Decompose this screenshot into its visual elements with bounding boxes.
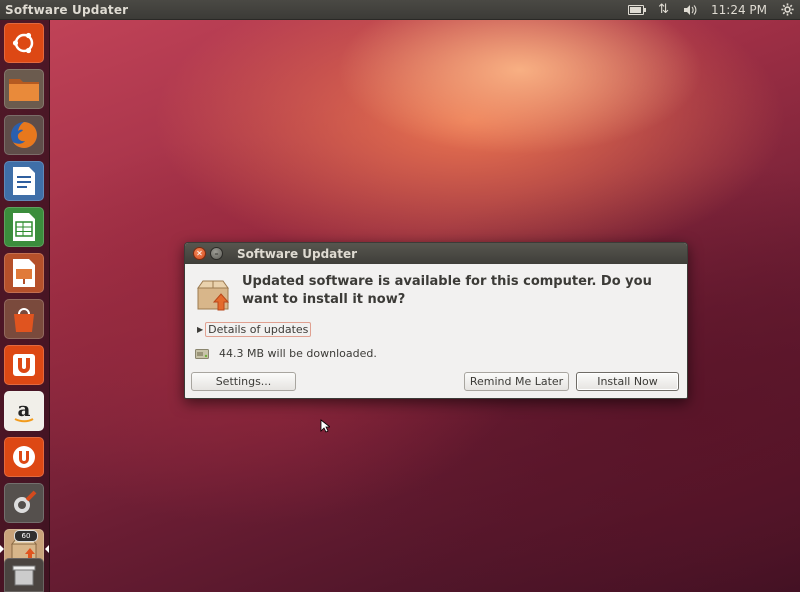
- mouse-cursor-icon: [320, 419, 330, 433]
- amazon-icon: a: [14, 397, 34, 423]
- launcher-libreoffice-writer[interactable]: [4, 161, 44, 201]
- volume-icon[interactable]: [683, 4, 697, 16]
- software-updater-dialog: ✕ – Software Updater Updated software is…: [184, 242, 688, 399]
- launcher-ubuntu-one[interactable]: [4, 345, 44, 385]
- minimize-window-button[interactable]: –: [210, 247, 223, 260]
- impress-icon: [13, 259, 35, 287]
- package-update-icon: [197, 280, 230, 311]
- panel-indicators: ⇅ 11:24 PM: [628, 0, 800, 19]
- launcher-software-center[interactable]: [4, 299, 44, 339]
- network-icon[interactable]: ⇅: [658, 2, 669, 17]
- download-size-text: 44.3 MB will be downloaded.: [219, 347, 377, 360]
- ubuntu-logo-icon: [12, 32, 34, 54]
- launcher-system-settings[interactable]: [4, 483, 44, 523]
- update-count-badge: 60: [14, 530, 38, 542]
- ubuntu-one-icon: [13, 354, 35, 376]
- details-expander[interactable]: ▶ Details of updates: [197, 322, 312, 337]
- launcher-firefox[interactable]: [4, 115, 44, 155]
- launcher-libreoffice-impress[interactable]: [4, 253, 44, 293]
- remind-me-later-button[interactable]: Remind Me Later: [464, 372, 569, 391]
- launcher-amazon[interactable]: a: [4, 391, 44, 431]
- battery-icon[interactable]: [628, 4, 647, 15]
- svg-text:a: a: [18, 397, 31, 421]
- details-label: Details of updates: [205, 322, 312, 337]
- settings-button[interactable]: Settings...: [191, 372, 296, 391]
- shopping-bag-icon: [14, 308, 34, 332]
- update-headline: Updated software is available for this c…: [242, 274, 652, 307]
- dialog-title: Software Updater: [237, 246, 358, 261]
- ubuntu-one-music-icon: [13, 446, 35, 468]
- launcher-trash[interactable]: [4, 558, 44, 592]
- writer-icon: [13, 167, 35, 195]
- expander-triangle-icon: ▶: [197, 325, 204, 334]
- calc-icon: [13, 213, 35, 241]
- launcher-ubuntu-one-music[interactable]: [4, 437, 44, 477]
- install-now-button[interactable]: Install Now: [576, 372, 679, 391]
- panel-app-title: Software Updater: [5, 2, 129, 17]
- drive-icon: [195, 348, 209, 359]
- download-size-row: 44.3 MB will be downloaded.: [195, 347, 377, 360]
- settings-icon: [14, 490, 37, 513]
- launcher: a 60: [0, 20, 50, 592]
- launcher-libreoffice-calc[interactable]: [4, 207, 44, 247]
- launcher-dash-home[interactable]: [4, 23, 44, 63]
- top-panel: Software Updater ⇅ 11:24 PM: [0, 0, 800, 20]
- dialog-titlebar[interactable]: ✕ – Software Updater: [185, 243, 687, 264]
- session-gear-icon[interactable]: [781, 3, 794, 16]
- firefox-icon: [11, 122, 37, 148]
- launcher-files[interactable]: [4, 69, 44, 109]
- trash-icon: [12, 565, 36, 586]
- close-window-button[interactable]: ✕: [193, 247, 206, 260]
- folder-icon: [9, 79, 39, 101]
- clock[interactable]: 11:24 PM: [711, 3, 767, 17]
